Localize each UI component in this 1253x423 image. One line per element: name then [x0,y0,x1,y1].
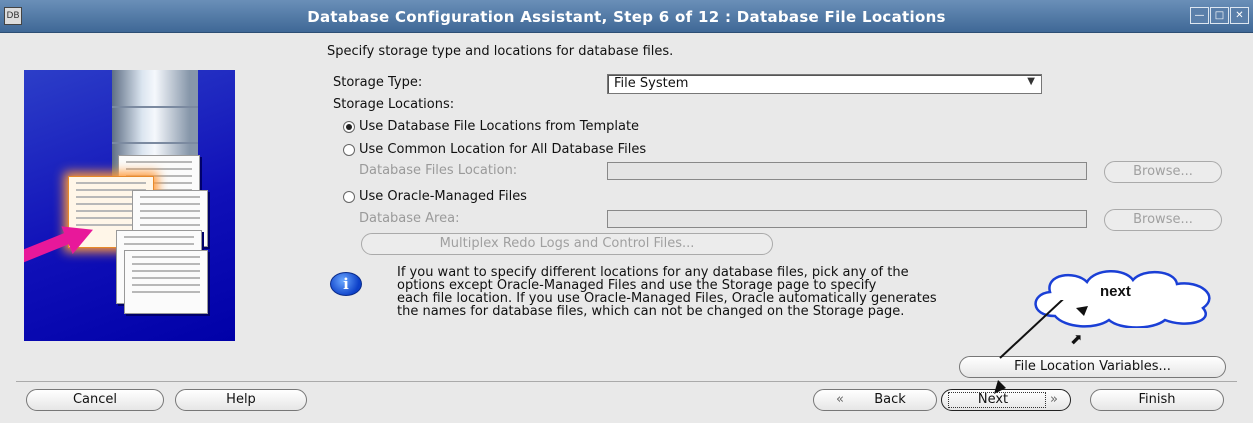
dialog-body: Specify storage type and locations for d… [0,33,1253,423]
maximize-icon[interactable]: □ [1210,7,1229,24]
radio-common-label: Use Common Location for All Database Fil… [359,142,647,157]
radio-unselected-icon [343,190,355,203]
radio-oracle-managed[interactable]: Use Oracle-Managed Files [343,189,527,204]
radio-common-location[interactable]: Use Common Location for All Database Fil… [343,142,646,157]
db-area-field[interactable] [607,210,1087,228]
back-label: Back [874,392,906,407]
db-files-location-field[interactable] [607,162,1087,180]
next-callout-label: next [1100,283,1131,300]
pink-arrow-icon [24,232,71,265]
radio-selected-icon [343,120,355,133]
database-illustration [24,70,235,341]
storage-type-select[interactable]: File System ▼ [607,74,1042,94]
storage-type-label: Storage Type: [333,75,423,90]
footer-separator [16,381,1237,382]
finish-button[interactable]: Finish [1090,389,1224,411]
radio-unselected-icon [343,143,355,156]
browse-area-button[interactable]: Browse... [1104,209,1222,231]
radio-omf-label: Use Oracle-Managed Files [359,189,527,204]
mouse-cursor-icon: ⬈ [1070,330,1083,348]
back-arrow-icon: « [836,392,844,407]
close-icon[interactable]: ✕ [1230,7,1249,24]
double-arrow-icon [999,300,1088,359]
back-button[interactable]: « Back [813,389,937,411]
arrow-tail-icon [994,380,1006,394]
browse-files-button[interactable]: Browse... [1104,161,1222,183]
multiplex-redo-logs-button[interactable]: Multiplex Redo Logs and Control Files... [361,233,773,255]
storage-locations-label: Storage Locations: [333,97,455,112]
info-icon: i [330,272,362,296]
db-area-label: Database Area: [359,211,460,226]
minimize-icon[interactable]: — [1190,7,1209,24]
storage-type-value: File System [614,76,689,91]
next-arrow-icon: » [1050,392,1058,407]
help-button[interactable]: Help [175,389,307,411]
radio-template-locations[interactable]: Use Database File Locations from Templat… [343,119,639,134]
title-bar: DB Database Configuration Assistant, Ste… [0,0,1253,33]
page-heading: Specify storage type and locations for d… [327,44,674,59]
window-title: Database Configuration Assistant, Step 6… [307,8,946,26]
cancel-button[interactable]: Cancel [26,389,164,411]
db-files-location-label: Database Files Location: [359,163,518,178]
radio-template-label: Use Database File Locations from Templat… [359,119,640,134]
chevron-down-icon: ▼ [1027,76,1035,87]
